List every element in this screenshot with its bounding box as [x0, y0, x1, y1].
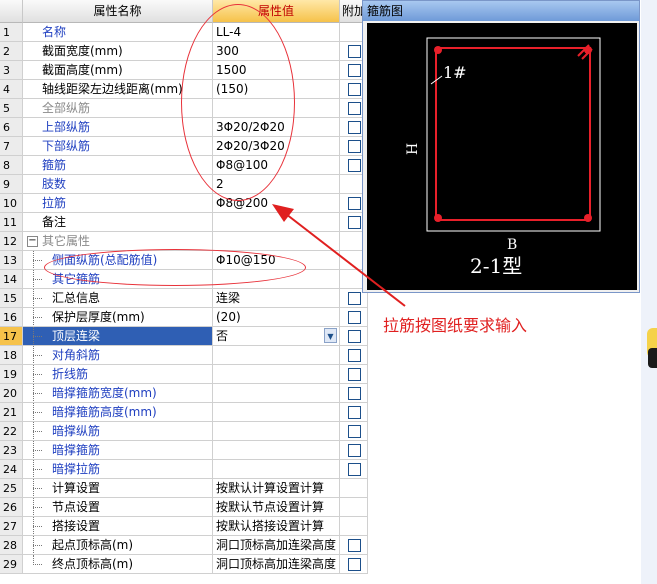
annotation-arrow: [272, 204, 406, 307]
annotation-callout: 拉筋按图纸要求输入: [383, 316, 528, 335]
